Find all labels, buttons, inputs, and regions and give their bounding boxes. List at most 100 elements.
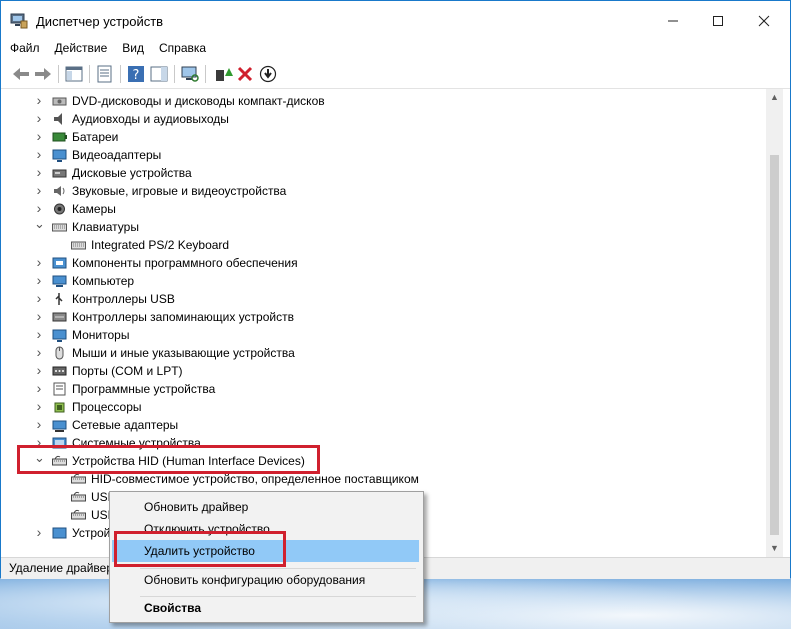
chevron-right-icon[interactable]: › <box>34 110 44 128</box>
chevron-right-icon[interactable]: › <box>34 290 44 308</box>
scroll-down-icon[interactable]: ▼ <box>766 540 783 557</box>
chevron-right-icon[interactable]: › <box>34 146 44 164</box>
tree-category[interactable]: › Звуковые, игровые и видеоустройства <box>8 182 768 200</box>
chevron-right-icon[interactable]: › <box>34 326 44 344</box>
tree-category[interactable]: › Аудиовходы и аудиовыходы <box>8 110 768 128</box>
tree-category[interactable]: › DVD-дисководы и дисководы компакт-диско… <box>8 92 768 110</box>
forward-arrow-icon[interactable] <box>33 64 53 84</box>
menu-file[interactable]: Файл <box>4 39 46 58</box>
tree-item-label: Процессоры <box>72 400 142 414</box>
tree-item-label: Мониторы <box>72 328 130 342</box>
scroll-up-icon[interactable]: ▲ <box>766 89 783 106</box>
software-component-icon <box>52 257 67 269</box>
keyboard-icon <box>52 223 67 232</box>
maximize-button[interactable] <box>695 1 741 41</box>
update-driver-icon[interactable] <box>213 64 233 84</box>
chevron-right-icon[interactable]: › <box>34 380 44 398</box>
keyboard-icon <box>71 241 86 250</box>
chevron-right-icon[interactable]: › <box>34 398 44 416</box>
title-bar[interactable]: Диспетчер устройств <box>1 1 790 41</box>
tree-category[interactable]: › Программные устройства <box>8 380 768 398</box>
camera-icon <box>54 203 65 215</box>
chevron-right-icon[interactable]: › <box>34 182 44 200</box>
tree-category[interactable]: › Контроллеры USB <box>8 290 768 308</box>
disk-drive-icon <box>52 169 67 178</box>
minimize-button[interactable] <box>650 1 696 41</box>
tree-item-label: Контроллеры запоминающих устройств <box>72 310 294 324</box>
device-tree: › DVD-дисководы и дисководы компакт-диско… <box>8 89 785 557</box>
hid-icon <box>71 491 86 502</box>
context-properties[interactable]: Свойства <box>112 597 419 619</box>
storage-controller-icon <box>52 312 67 322</box>
scan-hardware-icon[interactable] <box>180 64 200 84</box>
uninstall-device-icon[interactable] <box>235 64 255 84</box>
tree-item-label: Порты (COM и LPT) <box>72 364 183 378</box>
usb-icon <box>55 293 63 305</box>
tree-category[interactable]: › Порты (COM и LPT) <box>8 362 768 380</box>
back-arrow-icon[interactable] <box>11 64 31 84</box>
audio-io-icon <box>54 113 62 125</box>
tree-item-label: Компоненты программного обеспечения <box>72 256 298 270</box>
status-text: Удаление драйвер <box>9 561 114 575</box>
chevron-right-icon[interactable]: › <box>34 128 44 146</box>
tree-item-label: Компьютер <box>72 274 135 288</box>
tree-category[interactable]: ⌄ Клавиатуры <box>8 217 768 236</box>
menu-help[interactable]: Справка <box>153 39 212 58</box>
close-button[interactable] <box>741 1 787 41</box>
tree-category[interactable]: › Мониторы <box>8 326 768 344</box>
display-adapter-icon <box>52 149 67 162</box>
disable-device-icon[interactable] <box>258 64 278 84</box>
tree-category[interactable]: › Камеры <box>8 200 768 218</box>
device-icon <box>52 527 67 539</box>
mouse-icon <box>55 346 64 360</box>
chevron-right-icon[interactable]: › <box>34 308 44 326</box>
hid-icon <box>71 509 86 520</box>
chevron-right-icon[interactable]: › <box>34 416 44 434</box>
tree-category[interactable]: › Дисковые устройства <box>8 164 768 182</box>
chevron-right-icon[interactable]: › <box>34 272 44 290</box>
chevron-right-icon[interactable]: › <box>34 164 44 182</box>
context-scan-hardware[interactable]: Обновить конфигурацию оборудования <box>112 569 419 591</box>
show-hide-console-tree-icon[interactable] <box>64 64 84 84</box>
tree-category[interactable]: › Видеоадаптеры <box>8 146 768 164</box>
tree-item-label: Аудиовходы и аудиовыходы <box>72 112 229 126</box>
help-icon[interactable]: ? <box>126 64 146 84</box>
svg-text:?: ? <box>133 68 140 83</box>
port-icon <box>52 366 67 376</box>
chevron-right-icon[interactable]: › <box>34 92 44 110</box>
chevron-right-icon[interactable]: › <box>34 344 44 362</box>
maximize-icon <box>713 16 723 26</box>
uninstall-highlight <box>114 531 286 567</box>
context-update-driver[interactable]: Обновить драйвер <box>112 496 419 518</box>
chevron-right-icon[interactable]: › <box>34 524 44 542</box>
tree-item-label: Звуковые, игровые и видеоустройства <box>72 184 287 198</box>
tree-item-label: Сетевые адаптеры <box>72 418 179 432</box>
tree-category[interactable]: › Сетевые адаптеры <box>8 416 768 434</box>
tree-item-label: Мыши и иные указывающие устройства <box>72 346 295 360</box>
vertical-scrollbar[interactable]: ▲ ▼ <box>766 89 783 557</box>
tree-category[interactable]: › Компоненты программного обеспечения <box>8 254 768 272</box>
scrollbar-thumb[interactable] <box>770 155 779 535</box>
properties-icon[interactable] <box>95 64 115 84</box>
window-title: Диспетчер устройств <box>36 14 164 29</box>
action-pane-icon[interactable] <box>149 64 169 84</box>
battery-icon <box>52 132 67 142</box>
tree-category[interactable]: › Мыши и иные указывающие устройства <box>8 344 768 362</box>
tree-item-label: DVD-дисководы и дисководы компакт-дисков <box>72 94 325 108</box>
menu-view[interactable]: Вид <box>116 39 150 58</box>
tree-device[interactable]: Integrated PS/2 Keyboard <box>8 236 768 254</box>
menu-action[interactable]: Действие <box>49 39 114 58</box>
tree-category[interactable]: › Процессоры <box>8 398 768 416</box>
tree-category[interactable]: › Компьютер <box>8 272 768 290</box>
tree-category[interactable]: › Батареи <box>8 128 768 146</box>
tree-item-label: Integrated PS/2 Keyboard <box>91 238 230 252</box>
chevron-down-icon[interactable]: ⌄ <box>34 217 45 236</box>
tree-category[interactable]: › Контроллеры запоминающих устройств <box>8 308 768 326</box>
chevron-right-icon[interactable]: › <box>34 254 44 272</box>
dvd-drive-icon <box>52 97 67 106</box>
tree-item-label: Камеры <box>72 202 116 216</box>
tree-item-label: Клавиатуры <box>72 220 139 234</box>
speaker-icon <box>54 186 65 196</box>
chevron-right-icon[interactable]: › <box>34 362 44 380</box>
toolbar: ? <box>1 60 790 89</box>
